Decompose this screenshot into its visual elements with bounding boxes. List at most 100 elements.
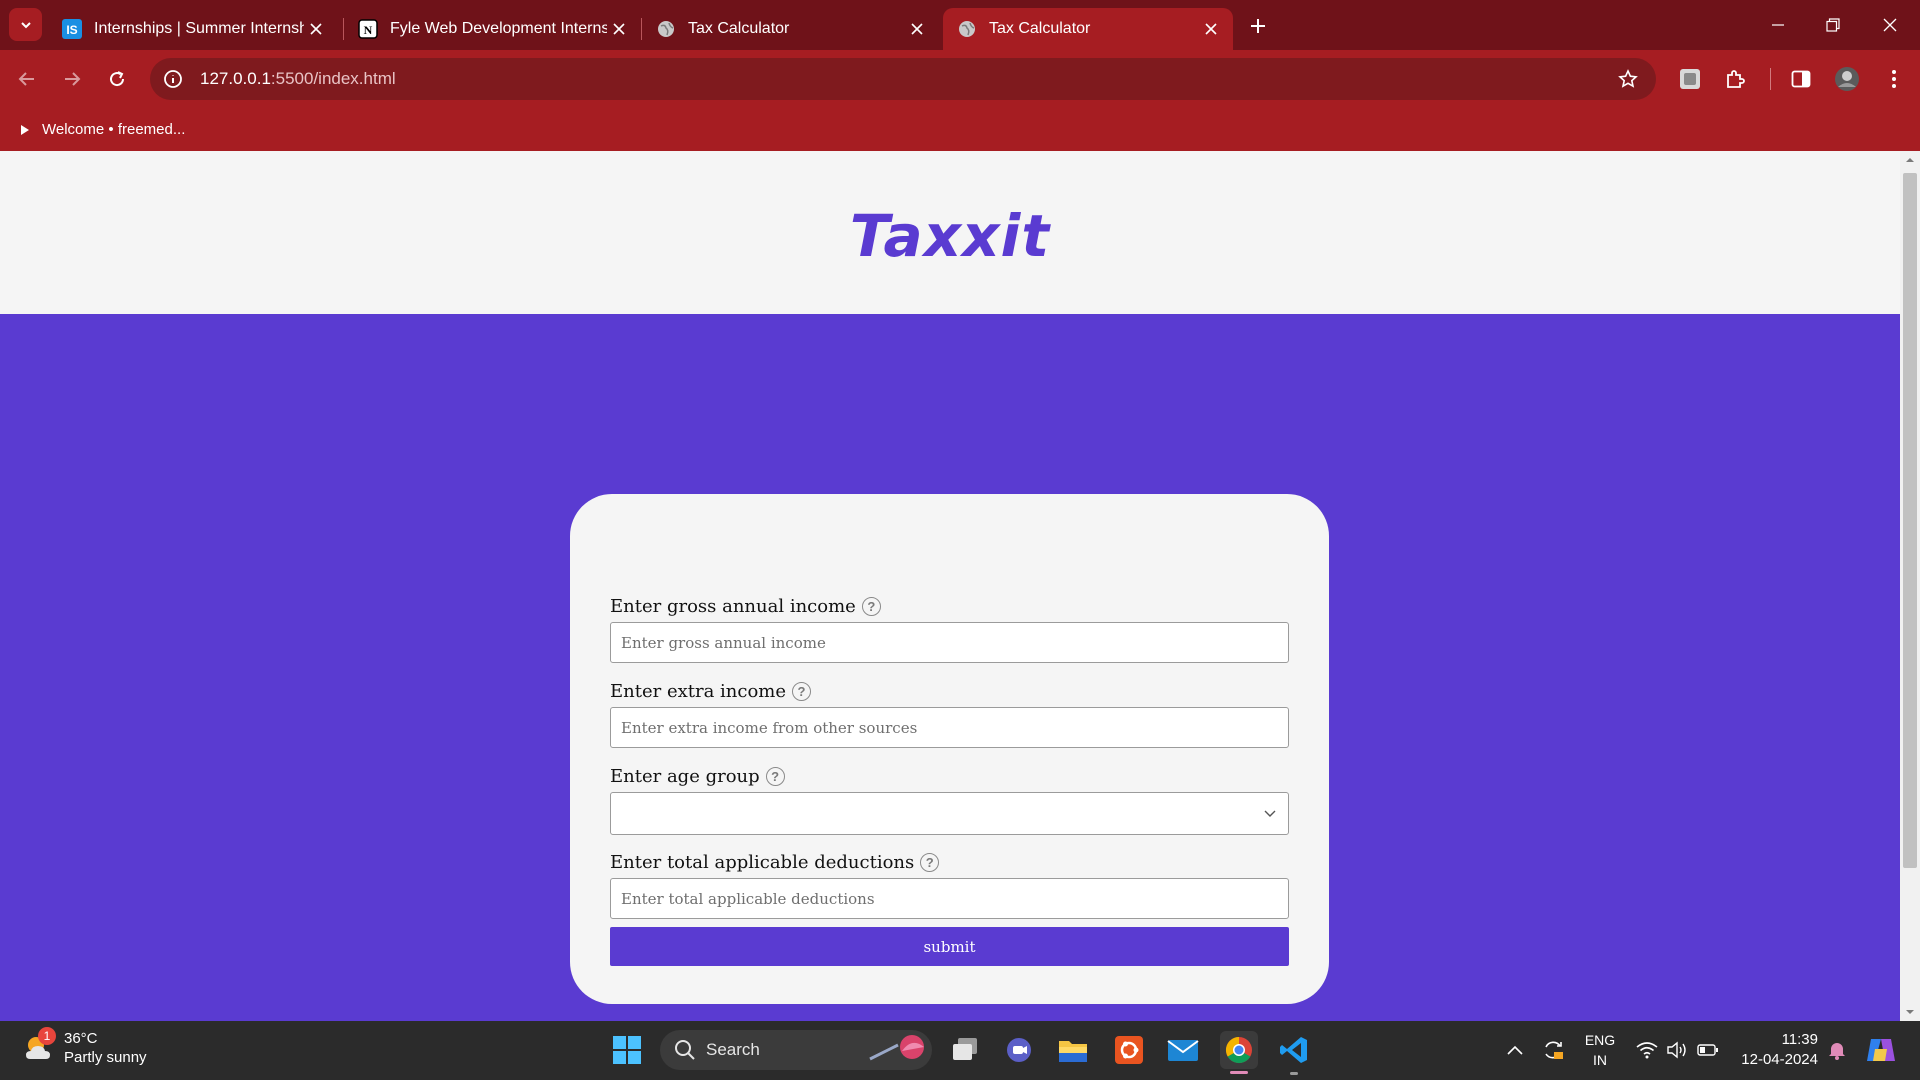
gross-income-input[interactable] bbox=[610, 622, 1289, 663]
scroll-up-arrow-icon[interactable] bbox=[1905, 155, 1915, 165]
help-icon[interactable]: ? bbox=[861, 596, 881, 616]
battery-icon bbox=[1697, 1044, 1718, 1056]
side-panel-button[interactable] bbox=[1786, 64, 1816, 94]
gross-income-label: Enter gross annual income bbox=[610, 595, 856, 617]
toolbar-separator bbox=[1770, 68, 1771, 90]
submit-button[interactable]: submit bbox=[610, 927, 1289, 966]
close-tab-icon[interactable] bbox=[304, 17, 328, 41]
vscode-icon bbox=[1280, 1037, 1307, 1063]
weather-widget[interactable]: 1 36°C Partly sunny bbox=[22, 1027, 147, 1067]
mail-button[interactable] bbox=[1164, 1031, 1202, 1069]
search-highlight-icon bbox=[869, 1035, 924, 1061]
tab-tax-calculator-active[interactable]: Tax Calculator bbox=[943, 8, 1233, 50]
weather-badge: 1 bbox=[38, 1027, 56, 1045]
tab-search-button[interactable] bbox=[9, 8, 42, 41]
chevron-up-icon bbox=[1507, 1045, 1523, 1055]
page-scrollbar[interactable] bbox=[1900, 151, 1920, 1021]
svg-text:IS: IS bbox=[66, 23, 77, 37]
site-info-icon[interactable] bbox=[162, 68, 184, 90]
start-button[interactable] bbox=[608, 1031, 646, 1069]
gross-income-field: Enter gross annual income ? bbox=[610, 594, 1289, 663]
tab-internships[interactable]: IS Internships | Summer Internship bbox=[48, 8, 338, 50]
windows-start-icon bbox=[613, 1036, 641, 1064]
close-tab-icon[interactable] bbox=[905, 17, 929, 41]
site-logo: Taxxit bbox=[849, 201, 1051, 270]
search-icon bbox=[675, 1040, 695, 1060]
close-tab-icon[interactable] bbox=[1199, 17, 1223, 41]
reload-button[interactable] bbox=[102, 64, 132, 94]
battery-button[interactable] bbox=[1692, 1031, 1724, 1069]
plus-icon bbox=[1251, 19, 1265, 33]
extension-button[interactable] bbox=[1675, 64, 1705, 94]
task-view-button[interactable] bbox=[946, 1031, 984, 1069]
chrome-button[interactable] bbox=[1220, 1031, 1258, 1069]
extra-income-label: Enter extra income bbox=[610, 680, 787, 702]
region-code: IN bbox=[1593, 1052, 1607, 1068]
url-text: 127.0.0.1:5500/index.html bbox=[200, 69, 396, 89]
volume-button[interactable] bbox=[1662, 1031, 1692, 1069]
extra-income-field: Enter extra income ? bbox=[610, 679, 1289, 748]
kebab-menu-icon bbox=[1892, 70, 1896, 88]
close-window-button[interactable] bbox=[1870, 10, 1910, 40]
back-button[interactable] bbox=[12, 64, 42, 94]
close-tab-icon[interactable] bbox=[607, 17, 631, 41]
tab-title: Tax Calculator bbox=[688, 20, 790, 37]
sync-icon bbox=[1545, 1041, 1563, 1059]
vscode-button[interactable] bbox=[1275, 1031, 1313, 1069]
deductions-field: Enter total applicable deductions ? bbox=[610, 850, 1289, 919]
show-hidden-icons-button[interactable] bbox=[1502, 1031, 1528, 1069]
teams-chat-button[interactable] bbox=[1000, 1031, 1038, 1069]
address-bar[interactable]: 127.0.0.1:5500/index.html bbox=[150, 58, 1656, 100]
bookmark-star-icon[interactable] bbox=[1616, 67, 1640, 91]
chat-icon bbox=[1007, 1038, 1031, 1062]
help-icon[interactable]: ? bbox=[920, 852, 940, 872]
site-header: Taxxit bbox=[0, 151, 1900, 314]
extra-income-input[interactable] bbox=[610, 707, 1289, 748]
folder-icon bbox=[1059, 1041, 1087, 1062]
side-panel-icon bbox=[1791, 70, 1811, 88]
profile-avatar[interactable] bbox=[1832, 64, 1862, 94]
tab-title: Tax Calculator bbox=[989, 20, 1091, 37]
help-icon[interactable]: ? bbox=[792, 681, 812, 701]
bell-icon bbox=[1829, 1043, 1845, 1060]
chrome-icon bbox=[1225, 1036, 1252, 1064]
chevron-down-icon bbox=[1264, 810, 1276, 817]
windows-taskbar: 1 36°C Partly sunny Search ENG IN 11:39 … bbox=[0, 1021, 1920, 1080]
puzzle-icon bbox=[1727, 70, 1745, 88]
minimize-button[interactable] bbox=[1758, 10, 1798, 40]
scrollbar-thumb[interactable] bbox=[1903, 173, 1917, 868]
globe-icon bbox=[957, 19, 977, 39]
weather-temperature: 36°C bbox=[64, 1030, 98, 1047]
scroll-down-arrow-icon[interactable] bbox=[1905, 1007, 1915, 1017]
partly-sunny-icon: 1 bbox=[22, 1027, 56, 1065]
extensions-button[interactable] bbox=[1720, 64, 1750, 94]
clock-time: 11:39 bbox=[1781, 1031, 1818, 1048]
url-host: 127.0.0.1 bbox=[200, 69, 271, 88]
deductions-input[interactable] bbox=[610, 878, 1289, 919]
bookmark-item[interactable]: Welcome • freemed... bbox=[20, 121, 185, 138]
age-group-field: Enter age group ? bbox=[610, 764, 1289, 835]
tab-fyle[interactable]: N Fyle Web Development Internsh bbox=[344, 8, 641, 50]
taskbar-search[interactable]: Search bbox=[660, 1030, 932, 1070]
help-icon[interactable]: ? bbox=[765, 766, 785, 786]
task-view-icon bbox=[953, 1038, 977, 1060]
tab-tax-calculator[interactable]: Tax Calculator bbox=[642, 8, 939, 50]
notifications-button[interactable] bbox=[1822, 1031, 1852, 1069]
forward-button[interactable] bbox=[57, 64, 87, 94]
language-indicator[interactable]: ENG IN bbox=[1582, 1030, 1618, 1070]
browser-menu-button[interactable] bbox=[1879, 64, 1909, 94]
tab-title: Internships | Summer Internship bbox=[94, 20, 304, 37]
bookmark-label: Welcome • freemed... bbox=[42, 121, 186, 138]
sync-tray-button[interactable] bbox=[1538, 1031, 1568, 1069]
browser-toolbar: 127.0.0.1:5500/index.html bbox=[0, 50, 1920, 108]
file-explorer-button[interactable] bbox=[1054, 1031, 1092, 1069]
extension-app-icon bbox=[1680, 69, 1700, 89]
wifi-icon bbox=[1636, 1042, 1658, 1059]
age-group-select[interactable] bbox=[610, 792, 1289, 835]
copilot-button[interactable] bbox=[1862, 1031, 1900, 1069]
restore-button[interactable] bbox=[1813, 10, 1853, 40]
new-tab-button[interactable] bbox=[1244, 12, 1272, 40]
network-button[interactable] bbox=[1632, 1031, 1662, 1069]
ubuntu-app-button[interactable] bbox=[1110, 1031, 1148, 1069]
system-clock[interactable]: 11:39 12-04-2024 bbox=[1736, 1030, 1818, 1070]
